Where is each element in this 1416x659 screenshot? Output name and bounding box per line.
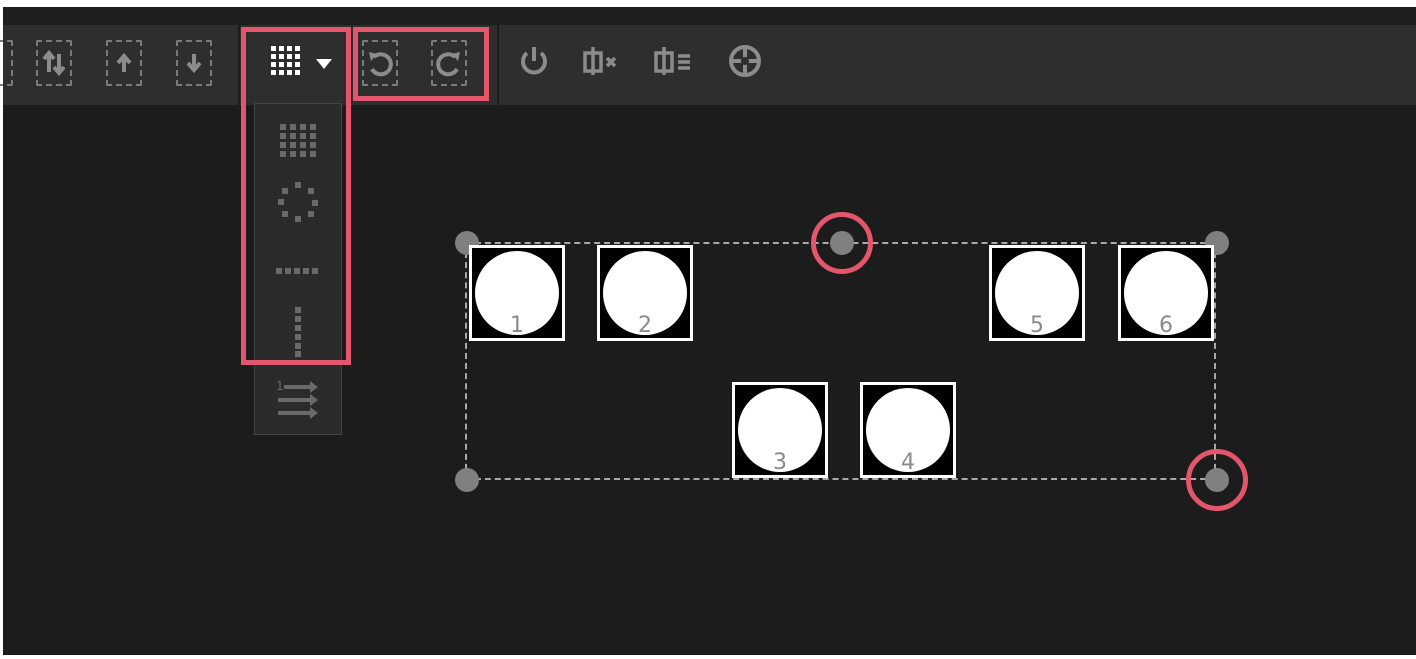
fixture-clear-button[interactable]	[577, 40, 633, 86]
swap-order-button[interactable]	[36, 40, 72, 86]
move-down-button[interactable]	[176, 40, 212, 86]
fixture-number: 2	[638, 313, 652, 338]
fixture[interactable]: 2	[597, 245, 693, 341]
selection-bounding-box[interactable]	[465, 242, 1216, 480]
redo-button[interactable]	[431, 40, 467, 86]
fixture-list-button[interactable]	[648, 40, 704, 86]
title-strip	[3, 7, 1416, 25]
fixture-number: 3	[773, 450, 787, 475]
arrange-dropdown-button[interactable]	[253, 40, 349, 86]
fixture-clear-icon	[579, 44, 631, 82]
toolbar	[0, 25, 1416, 105]
fixture[interactable]: 1	[469, 245, 565, 341]
fixture-number: 4	[901, 450, 915, 475]
crosshair-icon	[727, 43, 763, 83]
fixture[interactable]: 4	[860, 382, 956, 478]
move-up-icon	[114, 50, 134, 76]
undo-icon	[366, 48, 394, 78]
toolbar-separator	[238, 25, 240, 105]
fixture-number: 1	[510, 313, 524, 338]
swap-order-icon	[41, 46, 67, 80]
bottom-right-handle-highlight	[1186, 449, 1248, 511]
app-window: 1 1 2 3 4 5 6	[0, 7, 1416, 655]
fixture[interactable]: 3	[732, 382, 828, 478]
top-center-handle-highlight	[811, 212, 873, 274]
fixture-number: 5	[1030, 313, 1044, 338]
fixture[interactable]: 5	[989, 245, 1085, 341]
grid-icon	[270, 45, 302, 81]
partial-edge-button[interactable]	[0, 40, 13, 86]
fixture-number: 6	[1159, 313, 1173, 338]
fixture[interactable]: 6	[1118, 245, 1214, 341]
undo-button[interactable]	[362, 40, 398, 86]
fixture-list-icon	[650, 44, 702, 82]
redo-icon	[435, 48, 463, 78]
crosshair-button[interactable]	[722, 40, 768, 86]
power-icon	[517, 44, 551, 82]
power-button[interactable]	[511, 40, 557, 86]
caret-down-icon	[316, 54, 332, 73]
move-down-icon	[184, 50, 204, 76]
toolbar-separator	[497, 25, 499, 105]
move-up-button[interactable]	[106, 40, 142, 86]
selection-handle-bottom-left[interactable]	[455, 468, 479, 492]
